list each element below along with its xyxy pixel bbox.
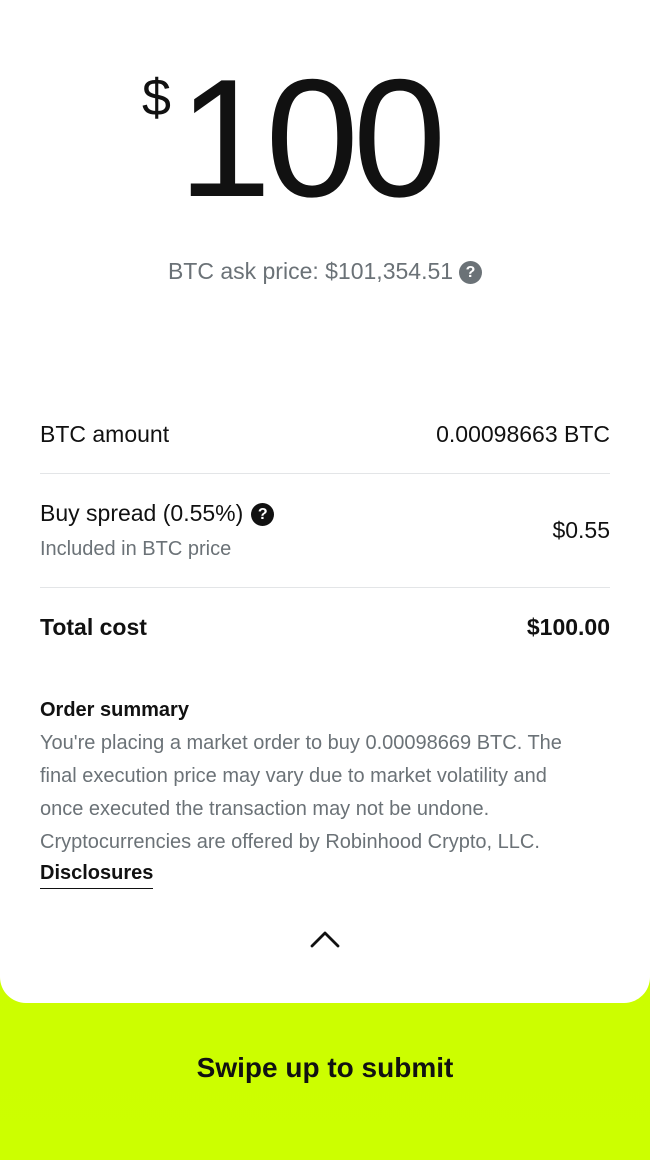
question-circle-icon[interactable]: ? — [251, 503, 275, 526]
question-circle-icon[interactable]: ? — [459, 261, 483, 284]
order-review-card: $ 100 BTC ask price: $101,354.51? BTC am… — [0, 0, 650, 1003]
order-amount-display: $ 100 — [0, 44, 650, 232]
total-cost-value: $100.00 — [526, 614, 610, 640]
swipe-up-to-submit-label[interactable]: Swipe up to submit — [0, 1050, 650, 1086]
ask-price-row: BTC ask price: $101,354.51? — [0, 256, 650, 286]
order-summary-text: You're placing a market order to buy 0.0… — [40, 727, 620, 859]
order-summary: Order summary You're placing a market or… — [40, 697, 620, 889]
total-cost-label: Total cost — [40, 614, 147, 640]
buy-spread-row: Buy spread (0.55%)? Included in BTC pric… — [40, 498, 610, 564]
buy-spread-label-wrap: Buy spread (0.55%)? — [40, 498, 275, 528]
order-summary-title: Order summary — [40, 699, 189, 721]
order-summary-line: final execution price may vary due to ma… — [40, 765, 547, 787]
divider — [40, 473, 610, 474]
order-amount: 100 — [178, 44, 446, 232]
order-summary-line: Cryptocurrencies are offered by Robinhoo… — [40, 831, 540, 853]
btc-amount-value: 0.00098663 BTC — [436, 421, 610, 447]
btc-amount-row: BTC amount 0.00098663 BTC — [40, 419, 610, 449]
chevron-up-icon[interactable] — [309, 928, 341, 950]
buy-spread-subtext: Included in BTC price — [40, 538, 232, 560]
divider — [40, 587, 610, 588]
btc-amount-label: BTC amount — [40, 421, 170, 447]
disclosures-link[interactable]: Disclosures — [40, 859, 154, 889]
order-summary-line: You're placing a market order to buy 0.0… — [40, 732, 562, 754]
buy-spread-label: Buy spread (0.55%) — [40, 500, 244, 526]
currency-symbol: $ — [142, 69, 171, 127]
order-summary-line: once executed the transaction may not be… — [40, 798, 490, 820]
ask-price-text: BTC ask price: $101,354.51 — [167, 258, 454, 284]
total-cost-row: Total cost $100.00 — [40, 612, 610, 642]
buy-spread-value: $0.55 — [552, 517, 610, 543]
